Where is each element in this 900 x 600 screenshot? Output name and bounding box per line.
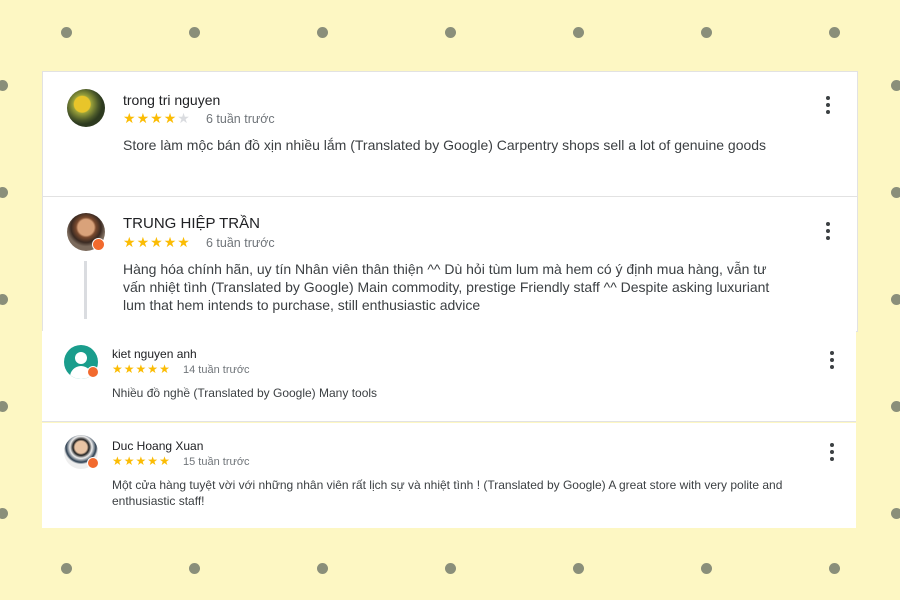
decor-dot: [701, 563, 712, 574]
reviewer-name[interactable]: kiet nguyen anh: [112, 347, 197, 361]
review-date: 6 tuần trước: [206, 112, 275, 126]
star-icon: ★: [112, 362, 124, 376]
reviewer-name[interactable]: trong tri nguyen: [123, 92, 220, 108]
decor-dot: [317, 563, 328, 574]
review-text: Store làm mộc bán đồ xịn nhiều lắm (Tran…: [123, 137, 767, 153]
review-card: TRUNG HIỆP TRẦN ★★★★★ 6 tuần trước Hàng …: [42, 196, 858, 332]
star-icon: ★: [112, 454, 124, 468]
decor-dot: [445, 27, 456, 38]
star-icon: ★: [123, 110, 137, 126]
decor-dot: [0, 508, 8, 519]
star-icon: ★: [177, 234, 191, 250]
review-card: trong tri nguyen ★★★★★ 6 tuần trước Stor…: [42, 71, 858, 197]
decor-dot: [445, 563, 456, 574]
star-icon: ★: [136, 234, 151, 250]
decor-dot: [0, 187, 8, 198]
decor-dot: [829, 27, 840, 38]
decor-dot: [0, 80, 8, 91]
star-icon: ★: [135, 454, 148, 468]
review-date: 15 tuần trước: [183, 456, 250, 468]
decor-dot: [0, 294, 8, 305]
review-text: Một cửa hàng tuyệt vời với những nhân vi…: [112, 478, 783, 508]
review-date: 14 tuần trước: [183, 364, 250, 376]
decor-dot: [189, 563, 200, 574]
local-guide-badge-icon: [87, 457, 99, 469]
star-icon: ★: [163, 110, 178, 126]
star-icon: ★: [123, 234, 137, 250]
decor-dot: [189, 27, 200, 38]
review-text: Hàng hóa chính hãn, uy tín Nhân viên thâ…: [123, 261, 770, 313]
more-vert-icon[interactable]: [825, 222, 831, 243]
decor-dot: [573, 27, 584, 38]
decor-dot: [891, 508, 900, 519]
more-vert-icon[interactable]: [825, 96, 831, 117]
decor-dot: [891, 80, 900, 91]
star-icon: ★: [123, 454, 136, 468]
reviewer-name[interactable]: TRUNG HIỆP TRẦN: [123, 215, 260, 232]
decor-dot: [573, 563, 584, 574]
star-icon: ★: [150, 110, 164, 126]
decor-dot: [891, 187, 900, 198]
star-rating: ★★★★★: [123, 234, 191, 251]
star-rating: ★★★★★: [112, 362, 171, 376]
review-text: Nhiều đồ nghề (Translated by Google) Man…: [112, 386, 378, 400]
decor-dot: [701, 27, 712, 38]
star-icon: ★: [147, 454, 160, 468]
decor-dot: [317, 27, 328, 38]
decor-dot: [61, 563, 72, 574]
decor-dot: [829, 563, 840, 574]
decor-dot: [891, 294, 900, 305]
star-icon: ★: [159, 362, 171, 376]
star-icon: ★: [136, 110, 151, 126]
star-rating: ★★★★★: [112, 454, 171, 468]
review-date: 6 tuần trước: [206, 236, 275, 250]
more-vert-icon[interactable]: [829, 443, 835, 464]
review-card: kiet nguyen anh ★★★★★ 14 tuần trước Nhiề…: [42, 331, 856, 422]
decor-dot: [891, 401, 900, 412]
star-icon: ★: [147, 362, 160, 376]
decor-dot: [61, 27, 72, 38]
decor-dot: [0, 401, 8, 412]
star-icon: ★: [150, 234, 164, 250]
review-card: Duc Hoang Xuan ★★★★★ 15 tuần trước Một c…: [42, 423, 856, 528]
more-vert-icon[interactable]: [829, 351, 835, 372]
star-icon: ★: [135, 362, 148, 376]
user-head-shape: [75, 352, 87, 364]
reviewer-name[interactable]: Duc Hoang Xuan: [112, 439, 203, 453]
local-guide-badge-icon: [92, 238, 105, 251]
thread-line: [84, 261, 87, 319]
star-rating: ★★★★★: [123, 110, 191, 127]
star-icon: ★: [123, 362, 136, 376]
star-empty-icon: ★: [177, 110, 191, 126]
star-icon: ★: [159, 454, 171, 468]
yellow-flower-avatar-icon[interactable]: [67, 89, 105, 127]
local-guide-badge-icon: [87, 366, 99, 378]
star-icon: ★: [163, 234, 178, 250]
